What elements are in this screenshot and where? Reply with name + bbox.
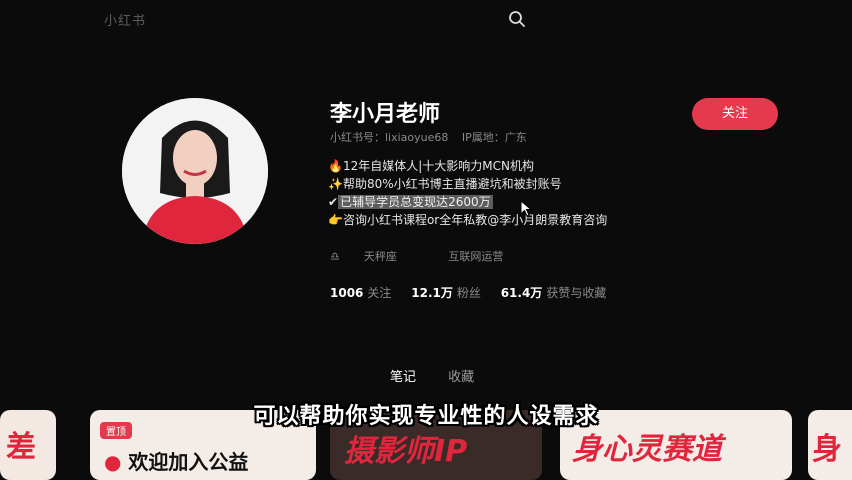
bio-line-2: ✨帮助80%小红书博主直播避坑和被封账号 — [328, 175, 658, 193]
stat-value: 1006 — [330, 286, 364, 300]
search-icon[interactable] — [508, 10, 526, 28]
note-card-title: 摄影师IP — [344, 434, 468, 469]
check-icon: ✔ — [328, 195, 339, 209]
tag-zodiac: ♎ 天秤座 — [330, 250, 421, 263]
note-card-title-text: 欢迎加入公益 — [128, 450, 249, 474]
profile-stats: 1006 关注 12.1万 粉丝 61.4万 获赞与收藏 — [330, 284, 622, 301]
sparkle-icon: ✨ — [328, 177, 343, 191]
profile-tabs: 笔记 收藏 — [390, 366, 502, 385]
bio-text-highlighted: 已辅导学员总变现达2600万 — [338, 195, 493, 209]
follow-button[interactable]: 关注 — [692, 98, 778, 130]
tab-collections[interactable]: 收藏 — [448, 366, 474, 385]
fire-icon: 🔥 — [328, 159, 343, 173]
note-card-title: 身心灵赛道 — [572, 432, 722, 467]
stat-label: 获赞与收藏 — [546, 286, 607, 300]
tag-profession: 互联网运营 — [448, 250, 504, 263]
profile-id: 小红书号：lixiaoyue68 — [330, 131, 449, 144]
bio-text: 帮助80%小红书博主直播避坑和被封账号 — [342, 177, 562, 191]
profile-ip-location: IP属地：广东 — [461, 131, 527, 144]
bio-text: 12年自媒体人|十大影响力MCN机构 — [342, 159, 534, 173]
note-card-title: 身 — [812, 432, 842, 467]
video-subtitle: 可以帮助你实现专业性的人设需求 — [253, 404, 599, 429]
avatar — [122, 98, 268, 244]
stat-following[interactable]: 1006 关注 — [330, 286, 391, 300]
stat-likes[interactable]: 61.4万 获赞与收藏 — [501, 286, 607, 300]
bio-line-3: ✔ 已辅导学员总变现达2600万 — [328, 193, 658, 211]
profile-tags: ♎ 天秤座 互联网运营 — [330, 248, 527, 264]
tab-notes[interactable]: 笔记 — [390, 366, 416, 385]
finger-icon: 👉 — [328, 213, 343, 227]
bio-line-1: 🔥12年自媒体人|十大影响力MCN机构 — [328, 157, 658, 175]
stat-followers[interactable]: 12.1万 粉丝 — [411, 286, 481, 300]
tag-label: 天秤座 — [363, 250, 397, 263]
mouse-cursor-icon — [520, 200, 533, 217]
note-card-title: ● 欢迎加入公益 — [104, 446, 248, 475]
profile-meta: 小红书号：lixiaoyue68 IP属地：广东 — [330, 129, 537, 145]
libra-icon: ♎ — [330, 250, 340, 263]
stat-value: 61.4万 — [500, 286, 543, 300]
stat-label: 关注 — [367, 286, 392, 300]
profile-name: 李小月老师 — [330, 102, 441, 127]
avatar-portrait-image — [122, 98, 268, 244]
bio-line-4: 👉咨询小红书课程or全年私教@李小月朗景教育咨询 — [328, 211, 658, 229]
profile-bio: 🔥12年自媒体人|十大影响力MCN机构 ✨帮助80%小红书博主直播避坑和被封账号… — [328, 157, 658, 229]
stat-value: 12.1万 — [411, 286, 453, 300]
stat-label: 粉丝 — [456, 286, 481, 300]
app-logo[interactable]: 小红书 — [104, 10, 146, 29]
bio-text: 咨询小红书课程or全年私教@李小月朗景教育咨询 — [342, 213, 608, 227]
strawberry-icon: ● — [104, 450, 122, 474]
